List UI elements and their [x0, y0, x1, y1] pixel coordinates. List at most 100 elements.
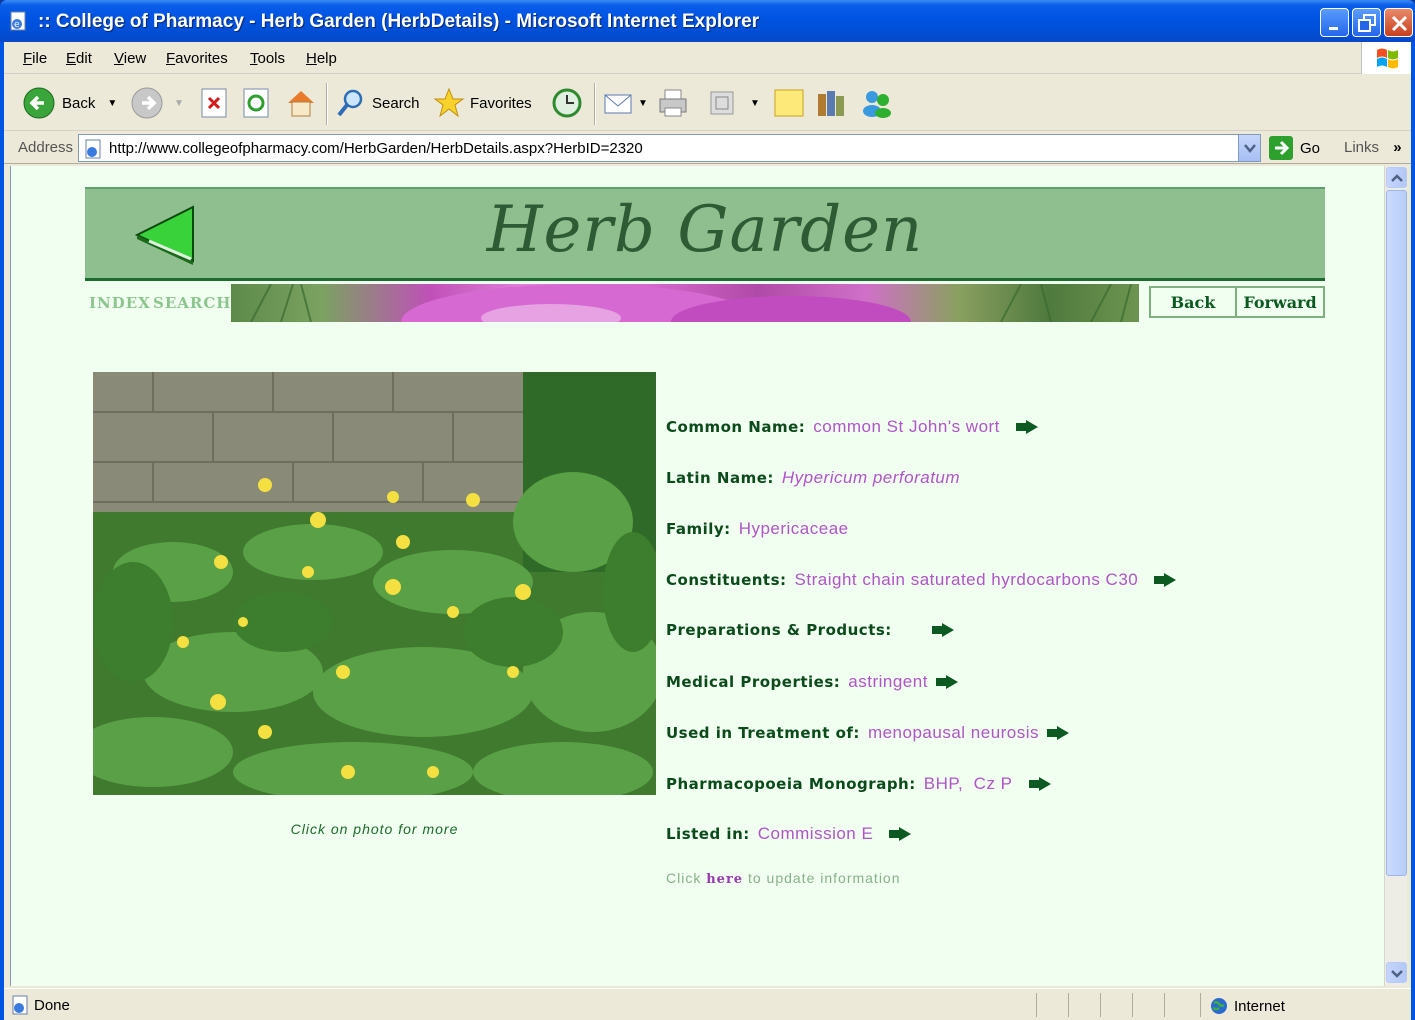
page-icon	[85, 139, 101, 159]
medical-properties-value[interactable]: astringent	[848, 672, 928, 692]
monograph-value[interactable]: BHP, Cz P	[924, 774, 1013, 794]
status-divider	[1036, 993, 1037, 1017]
menu-edit[interactable]: Edit	[66, 50, 92, 67]
home-icon	[288, 91, 314, 117]
toolbar-separator	[326, 83, 328, 125]
listed-in-value[interactable]: Commission E	[758, 824, 874, 844]
discuss-button[interactable]	[772, 83, 806, 123]
print-icon	[659, 89, 687, 117]
back-nav-button[interactable]: Back	[1149, 286, 1237, 318]
pointer-arrow-icon[interactable]	[1047, 726, 1070, 740]
scroll-up-button[interactable]	[1386, 167, 1407, 188]
refresh-icon	[243, 88, 269, 118]
close-button[interactable]	[1384, 8, 1413, 37]
treatment-value[interactable]: menopausal neurosis	[868, 723, 1039, 743]
status-divider	[1100, 993, 1101, 1017]
restore-button[interactable]	[1352, 8, 1381, 37]
forward-arrow-icon	[131, 87, 163, 119]
site-banner: Herb Garden	[85, 187, 1325, 281]
forward-dropdown-icon[interactable]: ▼	[174, 98, 184, 109]
window-title: :: College of Pharmacy - Herb Garden (He…	[38, 11, 760, 32]
foxglove-strip-image	[231, 283, 1139, 360]
windows-logo-icon	[1361, 42, 1411, 74]
medical-properties-row: Medical Properties: astringent	[666, 672, 958, 692]
search-label: Search	[372, 94, 420, 112]
menu-help[interactable]: Help	[306, 50, 337, 67]
scroll-thumb[interactable]	[1386, 190, 1407, 876]
pointer-arrow-icon[interactable]	[931, 623, 954, 637]
scroll-down-button[interactable]	[1386, 962, 1407, 983]
edit-page-icon	[710, 91, 734, 115]
photo-caption: Click on photo for more	[290, 821, 459, 837]
constituents-value[interactable]: Straight chain saturated hyrdocarbons C3…	[795, 570, 1139, 590]
menu-favorites[interactable]: Favorites	[166, 50, 228, 67]
forward-button[interactable]: ▼	[130, 83, 184, 123]
status-text: Done	[34, 997, 70, 1014]
back-dropdown-icon[interactable]: ▼	[107, 98, 117, 109]
treatment-row: Used in Treatment of: menopausal neurosi…	[666, 723, 1070, 743]
go-arrow-icon	[1269, 136, 1293, 160]
herb-photo[interactable]	[93, 372, 656, 795]
status-divider	[1068, 993, 1069, 1017]
vertical-scrollbar[interactable]	[1384, 166, 1407, 986]
edit-dropdown-icon[interactable]: ▼	[750, 98, 760, 109]
update-here-link[interactable]: here	[706, 872, 743, 887]
monograph-row: Pharmacopoeia Monograph: BHP, Cz P	[666, 774, 1051, 794]
messenger-icon	[863, 91, 891, 118]
latin-name-label: Latin Name:	[666, 469, 774, 487]
monograph-label: Pharmacopoeia Monograph:	[666, 775, 916, 793]
latin-name-value[interactable]: Hypericum perforatum	[782, 468, 960, 488]
print-button[interactable]	[656, 83, 690, 123]
favorites-button[interactable]: Favorites	[432, 83, 532, 123]
index-link[interactable]: INDEX	[89, 294, 151, 312]
menu-view[interactable]: View	[114, 50, 146, 67]
search-button[interactable]: Search	[334, 83, 420, 123]
svg-text:e: e	[14, 20, 20, 30]
links-button[interactable]: Links »	[1344, 139, 1402, 156]
history-button[interactable]	[550, 83, 584, 123]
back-label: Back	[62, 94, 96, 112]
common-name-label: Common Name:	[666, 418, 806, 436]
mail-dropdown-icon[interactable]: ▼	[638, 98, 648, 109]
status-divider	[1200, 993, 1201, 1017]
forward-nav-button[interactable]: Forward	[1235, 286, 1325, 318]
pointer-arrow-icon[interactable]	[1015, 420, 1038, 434]
pointer-arrow-icon[interactable]	[1154, 573, 1177, 587]
go-button[interactable]: Go	[1268, 135, 1320, 161]
title-bar: e :: College of Pharmacy - Herb Garden (…	[0, 0, 1415, 42]
messenger-button[interactable]	[860, 83, 894, 123]
common-name-value[interactable]: common St John's wort	[813, 417, 1000, 437]
constituents-row: Constituents: Straight chain saturated h…	[666, 570, 1177, 590]
page-status-icon	[12, 995, 28, 1015]
preparations-label: Preparations & Products:	[666, 621, 892, 639]
home-button[interactable]	[284, 83, 318, 123]
preparations-row: Preparations & Products:	[666, 621, 954, 639]
site-nav: INDEX SEARCH Back Forward	[85, 283, 1325, 360]
update-prefix: Click	[666, 870, 707, 886]
address-url: http://www.collegeofpharmacy.com/HerbGar…	[109, 140, 643, 157]
treatment-label: Used in Treatment of:	[666, 724, 860, 742]
refresh-button[interactable]	[242, 83, 270, 123]
zone-label: Internet	[1234, 997, 1285, 1015]
menu-tools[interactable]: Tools	[250, 50, 285, 67]
research-button[interactable]	[814, 83, 848, 123]
menu-file[interactable]: File	[23, 50, 47, 67]
favorites-label: Favorites	[470, 94, 532, 112]
edit-button[interactable]: ▼	[708, 83, 760, 123]
mail-button[interactable]: ▼	[602, 83, 648, 123]
pointer-arrow-icon[interactable]	[889, 827, 912, 841]
toolbar-separator	[594, 83, 596, 125]
family-value[interactable]: Hypericaceae	[739, 519, 849, 539]
pointer-arrow-icon[interactable]	[1028, 777, 1051, 791]
search-link[interactable]: SEARCH	[153, 294, 231, 312]
address-input[interactable]: http://www.collegeofpharmacy.com/HerbGar…	[78, 134, 1261, 162]
pointer-arrow-icon[interactable]	[935, 675, 958, 689]
browser-window: e :: College of Pharmacy - Herb Garden (…	[0, 0, 1415, 1020]
back-button[interactable]: Back ▼	[22, 83, 117, 123]
address-dropdown-button[interactable]	[1238, 135, 1260, 161]
stop-button[interactable]	[200, 83, 228, 123]
standard-toolbar: Back ▼ ▼ Search Favorites ▼ ▼	[4, 75, 1411, 131]
listed-in-row: Listed in: Commission E	[666, 824, 912, 844]
minimize-button[interactable]	[1320, 8, 1349, 37]
listed-in-label: Listed in:	[666, 825, 750, 843]
